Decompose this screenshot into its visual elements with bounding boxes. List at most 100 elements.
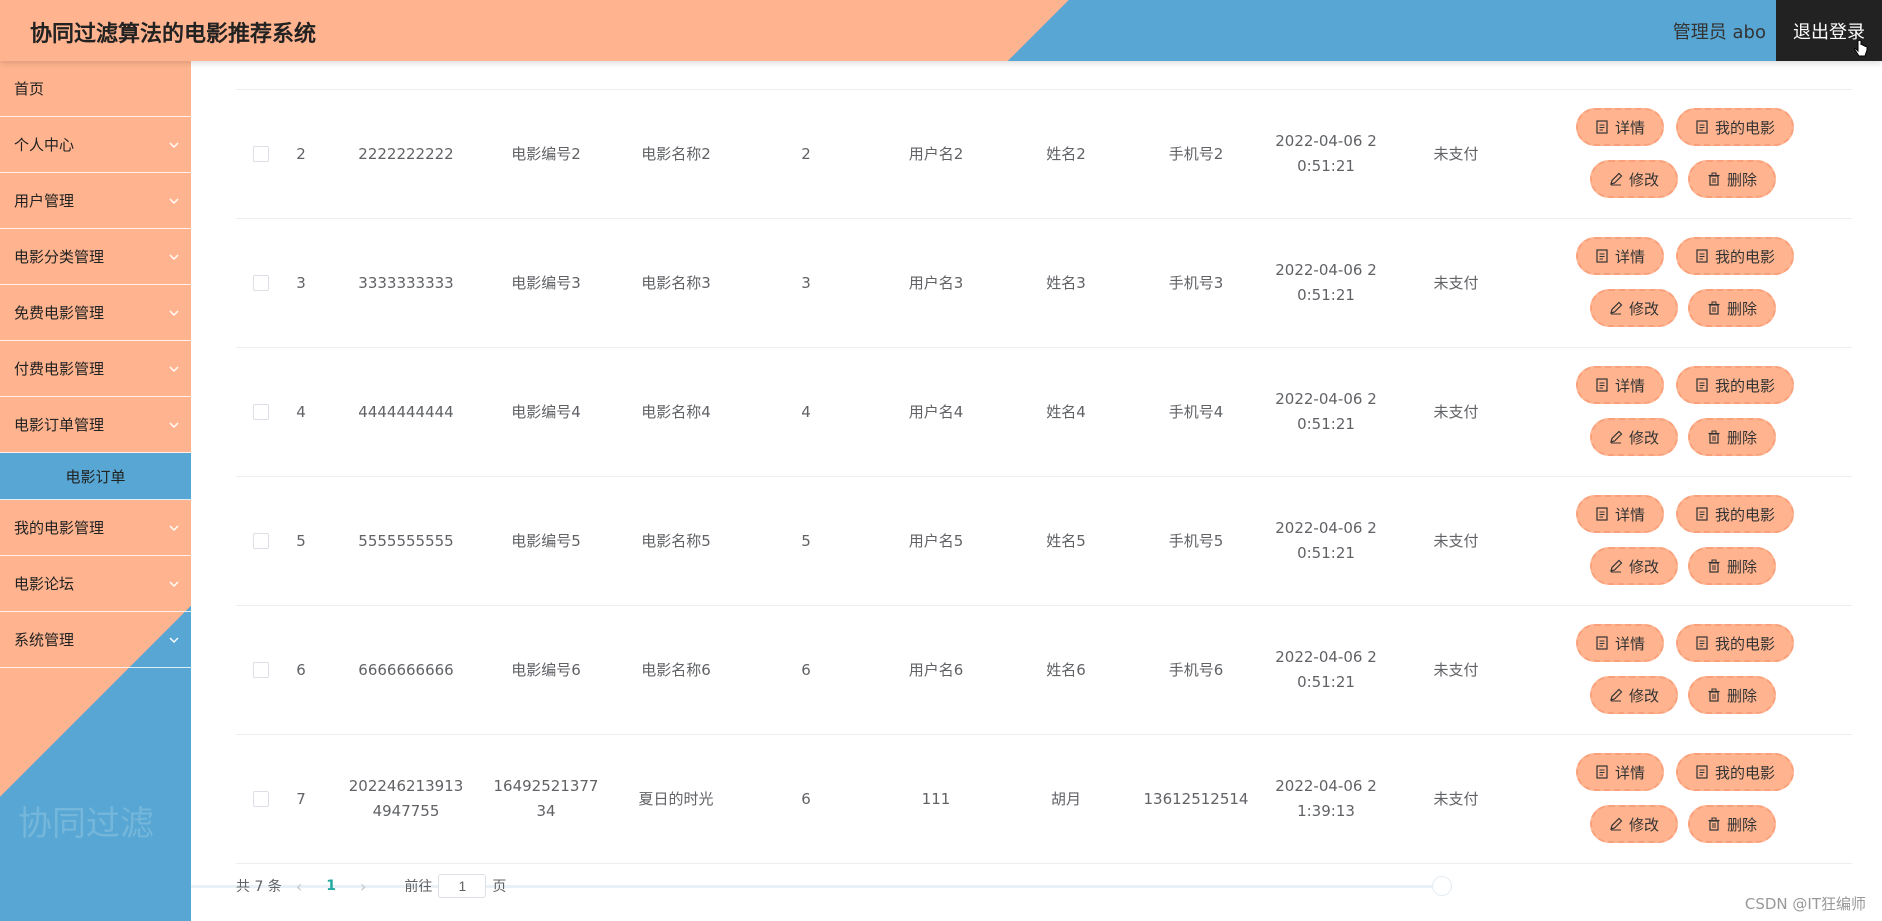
detail-button[interactable]: 详情 <box>1576 366 1664 404</box>
scrollbar-thumb[interactable] <box>1432 876 1452 896</box>
document-icon <box>1596 249 1608 263</box>
sidebar-item[interactable]: 免费电影管理 <box>0 285 191 341</box>
document-icon <box>1596 120 1608 134</box>
sidebar-item[interactable]: 付费电影管理 <box>0 341 191 397</box>
sidebar-item[interactable]: 用户管理 <box>0 173 191 229</box>
row-checkbox[interactable] <box>253 791 269 807</box>
chevron-down-icon <box>169 525 179 531</box>
cell-status: 未支付 <box>1433 273 1479 292</box>
edit-label: 修改 <box>1628 428 1659 447</box>
sidebar-item[interactable]: 个人中心 <box>0 117 191 173</box>
detail-button[interactable]: 详情 <box>1576 753 1664 791</box>
sidebar-item[interactable]: 首页 <box>0 61 191 117</box>
edit-button[interactable]: 修改 <box>1590 676 1678 714</box>
my-movie-button[interactable]: 我的电影 <box>1676 237 1794 275</box>
edit-button[interactable]: 修改 <box>1590 160 1678 198</box>
edit-button[interactable]: 修改 <box>1590 418 1678 456</box>
row-checkbox[interactable] <box>253 275 269 291</box>
prev-page-icon[interactable]: ‹ <box>296 877 302 896</box>
delete-button[interactable]: 删除 <box>1688 805 1776 843</box>
detail-label: 详情 <box>1614 247 1645 266</box>
sidebar-subitem-movie-order[interactable]: 电影订单 <box>0 453 191 500</box>
table-row: 5 5555555555 电影编号5 电影名称5 5 用户名5 姓名5 手机号5 2022-04… <box>236 477 1852 606</box>
cell-username: 111 <box>921 789 951 808</box>
my-movie-button[interactable]: 我的电影 <box>1676 108 1794 146</box>
cell-movie-name: 电影名称3 <box>641 273 711 292</box>
cell-name: 姓名6 <box>1046 660 1086 679</box>
cell-time: 2022-04-06 2 0:51:21 <box>1275 390 1377 433</box>
row-checkbox[interactable] <box>253 146 269 162</box>
detail-button[interactable]: 详情 <box>1576 495 1664 533</box>
edit-button[interactable]: 修改 <box>1590 805 1678 843</box>
row-checkbox[interactable] <box>253 404 269 420</box>
cell-movie-no: 16492521377 34 <box>493 777 599 820</box>
sidebar-item-label: 付费电影管理 <box>14 360 105 378</box>
row-checkbox[interactable] <box>253 662 269 678</box>
edit-label: 修改 <box>1628 170 1659 189</box>
table-row: 2 2222222222 电影编号2 电影名称2 2 用户名2 姓名2 手机号2 2022-04… <box>236 90 1852 219</box>
page-suffix: 页 <box>492 879 507 895</box>
table-row: 3 3333333333 电影编号3 电影名称3 3 用户名3 姓名3 手机号3 2022-04… <box>236 219 1852 348</box>
cell-index: 3 <box>296 273 306 292</box>
hand-cursor-icon <box>1854 40 1868 57</box>
cell-phone: 手机号2 <box>1168 144 1224 163</box>
sidebar-item-label: 电影订单管理 <box>14 416 105 434</box>
cell-movie-no: 电影编号2 <box>511 144 581 163</box>
cell-movie-no: 电影编号5 <box>511 531 581 550</box>
cell-order-no: 4444444444 <box>358 402 454 421</box>
sidebar-item[interactable]: 系统管理 <box>0 612 191 668</box>
current-page[interactable]: 1 <box>326 878 336 894</box>
edit-icon <box>1610 430 1623 444</box>
delete-label: 删除 <box>1726 686 1757 705</box>
next-page-icon[interactable]: › <box>360 877 366 896</box>
edit-button[interactable]: 修改 <box>1590 289 1678 327</box>
cell-movie-no: 电影编号3 <box>511 273 581 292</box>
row-checkbox[interactable] <box>253 533 269 549</box>
trash-icon <box>1708 301 1720 315</box>
delete-button[interactable]: 删除 <box>1688 160 1776 198</box>
delete-button[interactable]: 删除 <box>1688 289 1776 327</box>
sidebar-item[interactable]: 电影论坛 <box>0 556 191 612</box>
trash-icon <box>1708 559 1720 573</box>
sidebar-item-label: 免费电影管理 <box>14 304 105 322</box>
logout-button[interactable]: 退出登录 <box>1776 0 1882 61</box>
delete-label: 删除 <box>1726 557 1757 576</box>
my-movie-button[interactable]: 我的电影 <box>1676 753 1794 791</box>
detail-button[interactable]: 详情 <box>1576 237 1664 275</box>
cell-movie-name: 夏日的时光 <box>638 789 714 808</box>
my-movie-button[interactable]: 我的电影 <box>1676 366 1794 404</box>
cell-status: 未支付 <box>1433 789 1479 808</box>
cell-name: 姓名3 <box>1046 273 1086 292</box>
sidebar-item[interactable]: 电影分类管理 <box>0 229 191 285</box>
cell-phone: 手机号5 <box>1168 531 1224 550</box>
edit-button[interactable]: 修改 <box>1590 547 1678 585</box>
delete-button[interactable]: 删除 <box>1688 676 1776 714</box>
delete-label: 删除 <box>1726 170 1757 189</box>
sidebar-item[interactable]: 我的电影管理 <box>0 500 191 556</box>
cell-movie-name: 电影名称6 <box>641 660 711 679</box>
trash-icon <box>1708 430 1720 444</box>
delete-button[interactable]: 删除 <box>1688 418 1776 456</box>
my-movie-button[interactable]: 我的电影 <box>1676 495 1794 533</box>
document-icon <box>1696 378 1708 392</box>
delete-button[interactable]: 删除 <box>1688 547 1776 585</box>
document-icon <box>1696 249 1708 263</box>
detail-button[interactable]: 详情 <box>1576 108 1664 146</box>
my-movie-button[interactable]: 我的电影 <box>1676 624 1794 662</box>
table-row-partial <box>236 61 1852 90</box>
cell-time: 2022-04-06 2 0:51:21 <box>1275 519 1377 562</box>
page-number-input[interactable] <box>438 874 487 898</box>
table-row: 4 4444444444 电影编号4 电影名称4 4 用户名4 姓名4 手机号4 2022-04… <box>236 348 1852 477</box>
cell-index: 5 <box>296 531 306 550</box>
detail-button[interactable]: 详情 <box>1576 624 1664 662</box>
table-row: 6 6666666666 电影编号6 电影名称6 6 用户名6 姓名6 手机号6 2022-04… <box>236 606 1852 735</box>
cell-order-no: 202246213913 4947755 <box>348 777 464 820</box>
cell-index: 7 <box>296 789 306 808</box>
cell-status: 未支付 <box>1433 531 1479 550</box>
sidebar-item[interactable]: 电影订单管理 <box>0 397 191 453</box>
cell-username: 用户名3 <box>908 273 964 292</box>
delete-label: 删除 <box>1726 815 1757 834</box>
row-actions: 详情 我的电影修改 删除 <box>1576 606 1852 734</box>
document-icon <box>1596 636 1608 650</box>
my-movie-label: 我的电影 <box>1714 118 1775 137</box>
